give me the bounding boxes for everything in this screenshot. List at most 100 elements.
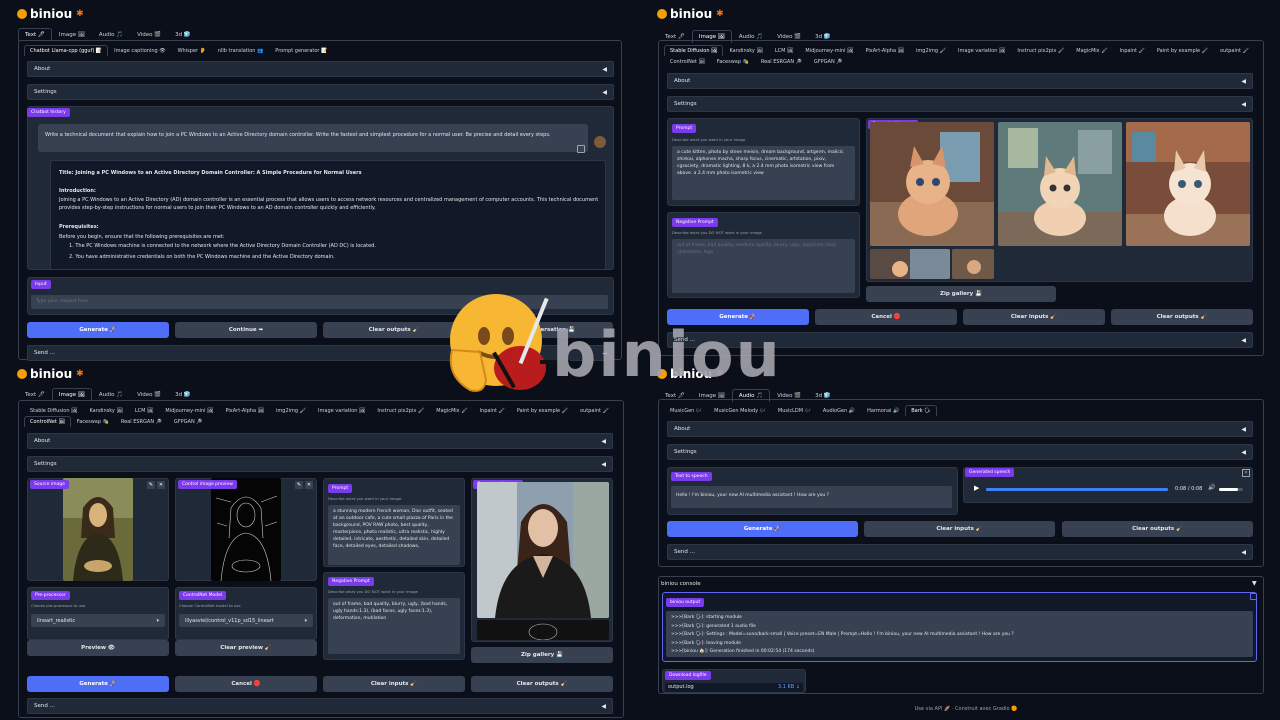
subtab-lcm[interactable]: LCM 🖼 [769,45,800,56]
clear-inputs-button[interactable]: Clear inputs 🧹 [864,521,1055,537]
settings-accordion[interactable]: Settings ◀ [667,96,1253,112]
subtab-outpaint[interactable]: outpaint 🖌 [1214,45,1255,56]
generate-button[interactable]: Generate 🚀 [27,322,169,338]
subtab-faceswap[interactable]: Faceswap 🎭 [71,416,115,427]
subtab-stable-diffusion[interactable]: Stable Diffusion 🖼 [664,45,724,56]
close-icon[interactable]: ✕ [157,481,165,489]
play-icon[interactable]: ▶ [974,484,979,492]
negative-prompt-input[interactable]: out of frame, bad quality, blurry, ugly,… [328,598,460,654]
expand-icon[interactable]: ▼ [1252,580,1257,587]
copy-icon[interactable] [577,145,585,153]
subtab-kandinsky[interactable]: Kandinsky 🖼 [723,45,768,56]
edit-icon[interactable]: ✎ [147,481,155,489]
subtab-outpaint[interactable]: outpaint 🖌 [574,405,615,416]
clear-preview-button[interactable]: Clear preview 🧹 [175,640,317,656]
cancel-button[interactable]: Cancel 🛑 [175,676,317,692]
kitten-image-3[interactable] [1126,122,1250,246]
subtab-pix2pix[interactable]: Instruct pix2pix 🖌 [1011,45,1070,56]
clear-outputs-button[interactable]: Clear outputs 🧹 [1111,309,1253,325]
close-icon[interactable]: ✕ [305,481,313,489]
kitten-image-1[interactable] [870,122,994,246]
subtab-magicmix[interactable]: MagicMix 🖌 [1070,45,1113,56]
subtab-midjourney-mini[interactable]: Midjourney-mini 🖼 [159,405,219,416]
subtab-nllb[interactable]: nllb translation 👥 [212,45,269,56]
controlnet-model-select[interactable]: lllyasviel/control_v11p_sd15_lineart ▾ [179,614,313,627]
continue-button[interactable]: Continue ➡ [175,322,317,338]
preprocessor-select[interactable]: lineart_realistic ▾ [31,614,165,627]
subtab-chatbot[interactable]: Chatbot Llama-cpp (gguf) 📝 [24,45,109,56]
volume-icon[interactable]: 🔊 [1208,484,1215,491]
subtab-bark[interactable]: Bark 🗣 [905,405,937,416]
subtab-musicgen-melody[interactable]: MusicGen Melody 🎶 [708,405,772,416]
generated-woman-image[interactable] [477,482,609,618]
edit-icon[interactable]: ✎ [295,481,303,489]
subtab-paint-by-example[interactable]: Paint by example 🖌 [511,405,574,416]
biniou-logo: biniou ✱ [657,7,724,21]
negative-prompt-input[interactable]: out of frame, bad quality, medium qualit… [672,239,855,293]
subtab-magicmix[interactable]: MagicMix 🖌 [430,405,473,416]
logfile-link[interactable]: output.log 3.1 KB ↓ [665,683,803,692]
subtab-inpaint[interactable]: Inpaint 🖌 [474,405,511,416]
subtab-gfpgan[interactable]: GFPGAN 🔎 [808,56,849,67]
close-icon[interactable]: ✕ [1242,469,1250,477]
subtab-image-variation[interactable]: Image variation 🖼 [312,405,371,416]
subtab-lcm[interactable]: LCM 🖼 [129,405,160,416]
about-accordion[interactable]: About ◀ [27,433,613,449]
control-image-preview[interactable] [211,478,281,581]
subtab-musicgen[interactable]: MusicGen 🎶 [664,405,708,416]
subtab-controlnet[interactable]: ControlNet 🖼 [664,56,711,67]
zip-gallery-button[interactable]: Zip gallery 💾 [471,647,613,663]
copy-icon[interactable] [1250,593,1257,600]
about-accordion[interactable]: About ◀ [27,61,614,77]
subtab-controlnet[interactable]: ControlNet 🖼 [24,416,71,427]
preview-button[interactable]: Preview 👁 [27,640,169,656]
settings-accordion[interactable]: Settings ◀ [667,444,1253,460]
volume-slider[interactable] [1219,488,1243,491]
subtab-stable-diffusion[interactable]: Stable Diffusion 🖼 [24,405,83,416]
prompt-input[interactable]: a stunning modern french woman, Dior out… [328,505,460,565]
about-accordion[interactable]: About ◀ [667,73,1253,89]
subtab-harmonai[interactable]: Harmonai 🔊 [861,405,905,416]
subtab-kandinsky[interactable]: Kandinsky 🖼 [83,405,128,416]
mona-lisa-image[interactable] [63,478,133,581]
subtab-midjourney-mini[interactable]: Midjourney-mini 🖼 [799,45,859,56]
clear-outputs-button[interactable]: Clear outputs 🧹 [1062,521,1253,537]
about-accordion[interactable]: About ◀ [667,421,1253,437]
subtab-img2img[interactable]: img2img 🖌 [910,45,952,56]
subtab-pixart[interactable]: PixArt-Alpha 🖼 [860,45,911,56]
kitten-image-2[interactable] [998,122,1122,246]
subtab-faceswap[interactable]: Faceswap 🎭 [711,56,755,67]
subtab-img2img[interactable]: img2img 🖌 [270,405,312,416]
subtab-gfpgan[interactable]: GFPGAN 🔎 [168,416,209,427]
generate-button[interactable]: Generate 🚀 [27,676,169,692]
subtab-inpaint[interactable]: Inpaint 🖌 [1114,45,1151,56]
send-accordion[interactable]: Send ... ◀ [667,544,1253,560]
subtab-pixart[interactable]: PixArt-Alpha 🖼 [220,405,271,416]
prompt-input[interactable]: a cute kitten, photo by steve meisin, dr… [672,146,855,200]
kitten-thumb-2[interactable] [952,249,994,279]
settings-accordion[interactable]: Settings ◀ [27,456,613,472]
settings-accordion[interactable]: Settings ◀ [27,84,614,100]
zip-gallery-button[interactable]: Zip gallery 💾 [866,286,1056,302]
send-accordion[interactable]: Send ... ◀ [27,698,613,714]
clear-inputs-button[interactable]: Clear inputs 🧹 [323,676,465,692]
user-message: Write a technical document that explain … [38,124,588,152]
subtab-whisper[interactable]: Whisper 👂 [172,45,212,56]
prompt-label: Prompt [328,484,353,493]
subtab-musicldm[interactable]: MusicLDM 🎶 [772,405,817,416]
clear-outputs-button[interactable]: Clear outputs 🧹 [471,676,613,692]
subtab-prompt-generator[interactable]: Prompt generator 📝 [269,45,333,56]
subtab-pix2pix[interactable]: Instruct pix2pix 🖌 [371,405,430,416]
text-to-speech-input[interactable]: Hello ! I'm biniou, your new AI multimed… [671,486,952,508]
generate-button[interactable]: Generate 🚀 [667,521,858,537]
kitten-thumb-1[interactable] [870,249,950,279]
subtab-paint-by-example[interactable]: Paint by example 🖌 [1151,45,1214,56]
subtab-image-variation[interactable]: Image variation 🖼 [952,45,1011,56]
subtab-audiogen[interactable]: AudioGen 🔊 [817,405,861,416]
subtab-real-esrgan[interactable]: Real ESRGAN 🔎 [755,56,808,67]
clear-inputs-button[interactable]: Clear inputs 🧹 [963,309,1105,325]
audio-progress-track[interactable] [986,488,1168,491]
generated-thumb[interactable] [477,620,609,640]
subtab-real-esrgan[interactable]: Real ESRGAN 🔎 [115,416,168,427]
subtab-captioning[interactable]: Image captioning 👁 [108,45,171,56]
